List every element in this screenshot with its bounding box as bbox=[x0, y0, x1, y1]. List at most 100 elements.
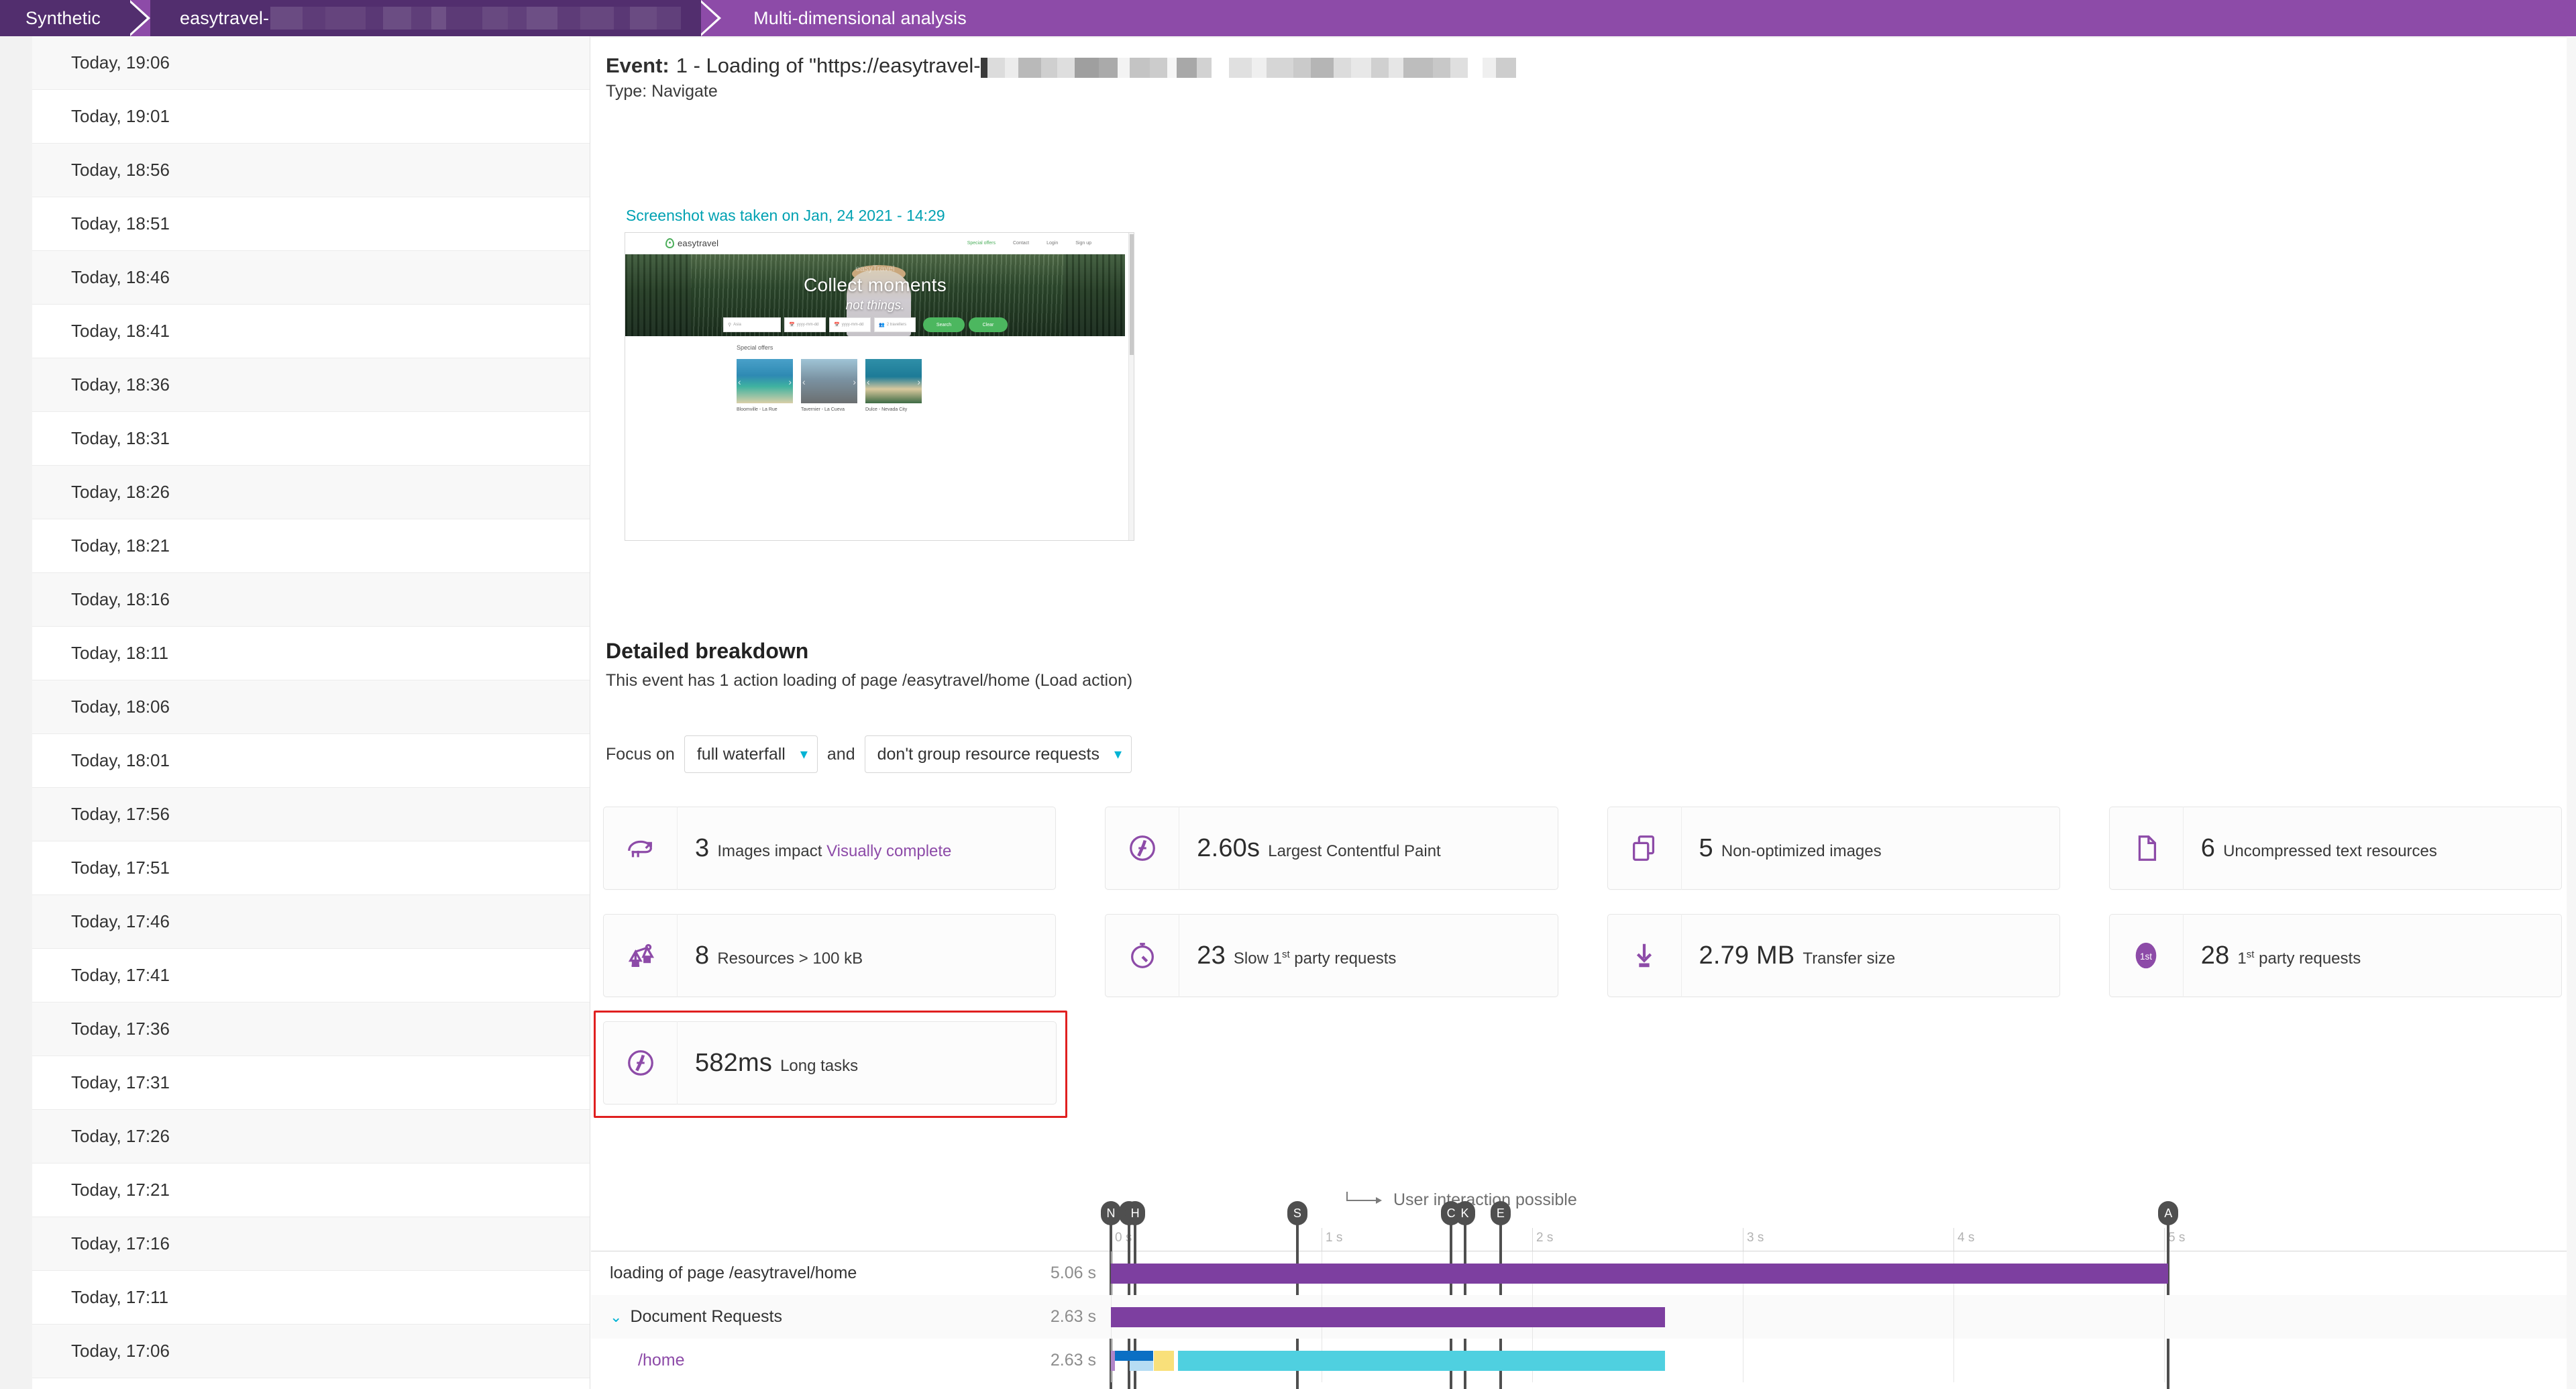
sidebar-timeline-label: Today, 18:56 bbox=[71, 160, 170, 180]
focus-on-label: Focus on bbox=[606, 744, 675, 764]
chevron-left-icon[interactable]: ‹ bbox=[738, 376, 741, 387]
chevron-left-icon[interactable]: ‹ bbox=[802, 376, 806, 387]
section-title-detailed-breakdown: Detailed breakdown bbox=[606, 639, 809, 663]
metric-value: 6 bbox=[2200, 833, 2216, 862]
chevron-left-icon[interactable]: ‹ bbox=[867, 376, 870, 387]
event-type: Type: Navigate bbox=[606, 82, 718, 101]
main-content: Event: 1 - Loading of "https://easytrave… bbox=[591, 36, 2576, 1389]
sidebar-timeline-item[interactable]: Today, 17:46 bbox=[32, 895, 590, 949]
sidebar-timeline-item[interactable]: Today, 18:26 bbox=[32, 466, 590, 519]
sidebar-timeline-label: Today, 17:31 bbox=[71, 1072, 170, 1092]
sidebar-timeline-item[interactable]: Today, 18:36 bbox=[32, 358, 590, 412]
waterfall-row-name[interactable]: /home bbox=[591, 1351, 994, 1370]
waterfall-row[interactable]: loading of page /easytravel/home 5.06 s bbox=[591, 1251, 2576, 1295]
grouping-select[interactable]: don't group resource requests ▾ bbox=[864, 735, 1132, 773]
offer-card[interactable]: ‹ › Tavernier - La Cueva bbox=[801, 359, 857, 412]
sidebar-timeline-label: Today, 18:01 bbox=[71, 750, 170, 770]
sidebar-timeline-item[interactable]: Today, 18:01 bbox=[32, 734, 590, 788]
site-nav-link[interactable]: Sign up bbox=[1075, 241, 1091, 246]
metric-card-6[interactable]: 2.79 MB Transfer size bbox=[1607, 914, 2060, 997]
sidebar-timeline-item[interactable]: Today, 19:06 bbox=[32, 36, 590, 90]
travellers-field[interactable]: 👥 2 travellers bbox=[874, 317, 916, 332]
breadcrumb-item-application[interactable]: easytravel- bbox=[150, 0, 702, 36]
site-nav-link[interactable]: Contact bbox=[1013, 241, 1029, 246]
destination-field[interactable]: ⚲ Asia bbox=[723, 317, 781, 332]
sidebar-timeline-item[interactable]: Today, 18:16 bbox=[32, 573, 590, 627]
focus-controls: Focus on full waterfall ▾ and don't grou… bbox=[606, 735, 1132, 773]
sidebar-timeline-item[interactable]: Today, 19:01 bbox=[32, 90, 590, 144]
sidebar-timeline-list: Today, 19:06 Today, 19:01 Today, 18:56 Toda… bbox=[32, 36, 590, 1389]
sidebar-timeline-item[interactable]: Today, 18:51 bbox=[32, 197, 590, 251]
screenshot-scrollbar[interactable] bbox=[1128, 233, 1134, 540]
sidebar-timeline-item[interactable]: Today, 17:21 bbox=[32, 1164, 590, 1217]
hero-subheadline: not things. bbox=[845, 299, 905, 313]
waterfall-chart: User interaction possible 0 s1 s2 s3 s4 … bbox=[591, 1177, 2576, 1389]
metric-card-2[interactable]: 5 Non-optimized images bbox=[1607, 807, 2060, 890]
metric-label: Non-optimized images bbox=[1721, 841, 1882, 860]
waterfall-row-duration: 2.63 s bbox=[1050, 1307, 1096, 1326]
marker-pin: S bbox=[1287, 1201, 1307, 1225]
chevron-right-icon[interactable]: › bbox=[788, 376, 792, 387]
axis-tick-line bbox=[1953, 1228, 1954, 1251]
metric-card-0[interactable]: 3 Images impact Visually complete bbox=[603, 807, 1057, 890]
sidebar-timeline-item[interactable]: Today, 17:56 bbox=[32, 788, 590, 841]
sidebar-timeline-item[interactable]: Today, 17:06 bbox=[32, 1325, 590, 1378]
site-search-button[interactable]: Search bbox=[923, 317, 965, 332]
metric-card-3[interactable]: 6 Uncompressed text resources bbox=[2108, 807, 2562, 890]
long-tasks-gauge-icon bbox=[604, 1021, 678, 1104]
breadcrumb-item-multi-dimensional-analysis[interactable]: Multi-dimensional analysis bbox=[721, 0, 989, 36]
sidebar-timeline-item[interactable]: Today, 17:36 bbox=[32, 1002, 590, 1056]
breadcrumb-label: Multi-dimensional analysis bbox=[753, 7, 967, 28]
waterfall-gridline bbox=[1953, 1339, 1954, 1382]
from-date-field[interactable]: 📅 yyyy-mm-dd bbox=[784, 317, 826, 332]
metric-card-5[interactable]: 23 Slow 1st party requests bbox=[1105, 914, 1558, 997]
screenshot-timestamp-link[interactable]: Screenshot was taken on Jan, 24 2021 - 1… bbox=[626, 207, 945, 225]
waterfall-row[interactable]: ⌄ Document Requests 2.63 s bbox=[591, 1295, 2576, 1339]
sidebar-timeline-item[interactable]: Today, 17:11 bbox=[32, 1271, 590, 1325]
metric-value: 2.60s bbox=[1197, 833, 1260, 862]
metric-value: 582ms bbox=[695, 1048, 773, 1077]
sidebar-timeline-item[interactable]: Today, 18:11 bbox=[32, 627, 590, 680]
metric-card-4[interactable]: 8 Resources > 100 kB bbox=[603, 914, 1057, 997]
metric-value: 3 bbox=[695, 833, 710, 862]
waterfall-row[interactable]: /home 2.63 s bbox=[591, 1339, 2576, 1382]
sidebar-timeline-item[interactable]: Today, 17:41 bbox=[32, 949, 590, 1002]
sidebar-timeline-item[interactable]: Today, 17:31 bbox=[32, 1056, 590, 1110]
hero-headline: Collect moments bbox=[803, 274, 947, 295]
sidebar-timeline-item[interactable]: Today, 17:16 bbox=[32, 1217, 590, 1271]
sidebar-timeline-item[interactable]: Today, 18:31 bbox=[32, 412, 590, 466]
metric-label: Uncompressed text resources bbox=[2223, 841, 2437, 860]
page-scrollbar[interactable] bbox=[2567, 36, 2576, 1389]
site-clear-button[interactable]: Clear bbox=[969, 317, 1008, 332]
chevron-right-icon[interactable]: › bbox=[917, 376, 920, 387]
chevron-down-icon[interactable]: ⌄ bbox=[610, 1308, 622, 1326]
metric-card-1[interactable]: 2.60s Largest Contentful Paint bbox=[1105, 807, 1558, 890]
chevron-right-icon[interactable]: › bbox=[853, 376, 856, 387]
sidebar-timeline-label: Today, 17:51 bbox=[71, 858, 170, 878]
copy-images-icon bbox=[1608, 807, 1682, 890]
waterfall-bar-segment bbox=[1178, 1351, 1665, 1371]
sidebar-timeline-label: Today, 17:26 bbox=[71, 1126, 170, 1146]
waterfall-mode-select[interactable]: full waterfall ▾ bbox=[684, 735, 818, 773]
sidebar-timeline-item[interactable]: Today, 17:26 bbox=[32, 1110, 590, 1164]
site-nav-link[interactable]: Special offers bbox=[967, 241, 996, 246]
sidebar: Today, 19:06 Today, 19:01 Today, 18:56 Toda… bbox=[0, 36, 590, 1389]
sidebar-timeline-item[interactable]: Today, 17:51 bbox=[32, 841, 590, 895]
offer-card[interactable]: ‹ › Dulce - Nevada City bbox=[865, 359, 922, 412]
metric-card-7[interactable]: 1st 28 1st party requests bbox=[2108, 914, 2562, 997]
sidebar-timeline-item[interactable]: Today, 18:41 bbox=[32, 305, 590, 358]
breadcrumb-item-synthetic[interactable]: Synthetic bbox=[0, 0, 130, 36]
sidebar-timeline-item[interactable]: Today, 18:21 bbox=[32, 519, 590, 573]
sidebar-timeline-item[interactable]: Today, 18:06 bbox=[32, 680, 590, 734]
sidebar-timeline-label: Today, 17:06 bbox=[71, 1341, 170, 1361]
metric-card-long-tasks[interactable]: 582ms Long tasks bbox=[603, 1021, 1057, 1104]
sidebar-timeline-item[interactable]: Today, 18:46 bbox=[32, 251, 590, 305]
screenshot-thumbnail[interactable]: easytravel Special offers Contact Login Sig… bbox=[625, 232, 1134, 541]
sidebar-timeline-item[interactable]: Today, 18:56 bbox=[32, 144, 590, 197]
offer-card[interactable]: ‹ › Bloomville - La Rue bbox=[737, 359, 793, 412]
waterfall-row-duration: 5.06 s bbox=[1050, 1264, 1096, 1282]
metric-label: Transfer size bbox=[1803, 949, 1896, 968]
site-nav-link[interactable]: Login bbox=[1046, 241, 1058, 246]
annotation-text: User interaction possible bbox=[1393, 1190, 1577, 1209]
to-date-field[interactable]: 📅 yyyy-mm-dd bbox=[829, 317, 871, 332]
